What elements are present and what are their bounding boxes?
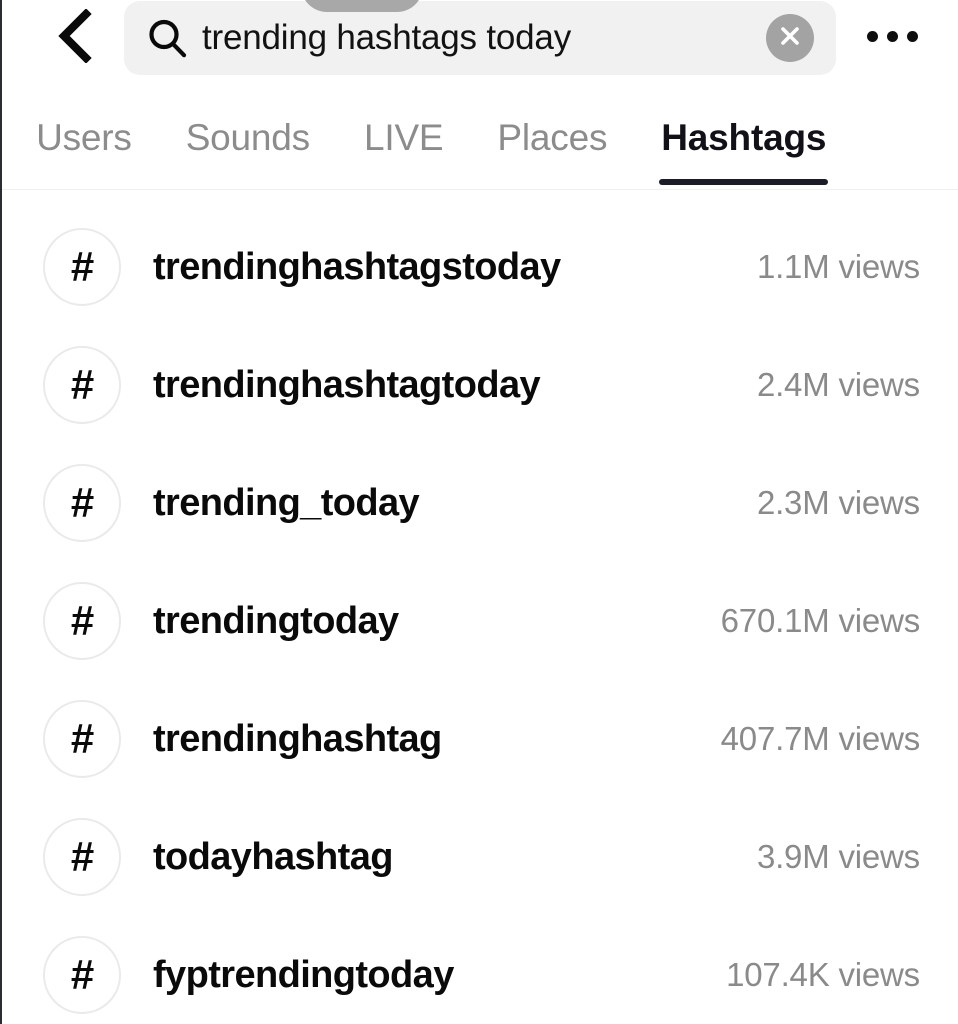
hashtag-view-count: 670.1M views	[720, 602, 921, 639]
active-tab-underline	[659, 179, 829, 185]
search-input[interactable]	[202, 17, 766, 59]
more-options-button[interactable]	[854, 10, 930, 62]
tab-hashtags[interactable]: Hashtags	[634, 92, 853, 189]
hash-icon: #	[43, 936, 121, 1014]
tab-live[interactable]: LIVE	[337, 92, 470, 189]
tab-label: Hashtags	[661, 116, 827, 158]
hashtag-view-count: 3.9M views	[756, 838, 920, 875]
hashtag-result-row[interactable]: # todayhashtag 3.9M views	[2, 798, 958, 916]
hashtag-view-count: 2.3M views	[756, 484, 920, 521]
hash-icon: #	[43, 346, 121, 424]
search-result-tabs: eos Users Sounds LIVE Places Hashtags	[2, 92, 958, 190]
hash-icon: #	[43, 464, 121, 542]
hashtag-view-count: 107.4K views	[726, 956, 920, 993]
tab-label: LIVE	[363, 116, 444, 158]
hash-icon: #	[43, 818, 121, 896]
chevron-left-icon	[54, 9, 94, 63]
hashtag-view-count: 407.7M views	[720, 720, 921, 757]
hashtag-result-row[interactable]: # fyptrendingtoday 107.4K views	[2, 916, 958, 1024]
hash-icon: #	[43, 700, 121, 778]
hashtag-result-row[interactable]: # trendinghashtagtoday 2.4M views	[2, 326, 958, 444]
search-icon	[146, 17, 188, 59]
hashtag-name: trendinghashtagtoday	[153, 363, 541, 406]
search-field[interactable]	[124, 1, 836, 75]
tab-label: Users	[36, 116, 132, 158]
app-screen: eos Users Sounds LIVE Places Hashtags # trendi…	[0, 0, 958, 1024]
hashtag-result-row[interactable]: # trendinghashtag 407.7M views	[2, 680, 958, 798]
hashtag-result-row[interactable]: # trendingtoday 670.1M views	[2, 562, 958, 680]
back-button[interactable]	[46, 8, 102, 64]
search-header	[2, 0, 958, 92]
hashtag-result-row[interactable]: # trendinghashtagstoday 1.1M views	[2, 208, 958, 326]
tab-places[interactable]: Places	[470, 92, 634, 189]
hashtag-name: trendingtoday	[153, 599, 399, 642]
ellipsis-horizontal-icon	[866, 30, 918, 42]
hashtag-view-count: 1.1M views	[756, 248, 920, 285]
clear-search-button[interactable]	[766, 14, 814, 62]
close-circle-icon	[777, 23, 803, 54]
tab-users[interactable]: Users	[9, 92, 159, 189]
dynamic-island-notch	[301, 0, 423, 12]
hashtag-name: trendinghashtag	[153, 717, 442, 760]
tab-sounds[interactable]: Sounds	[159, 92, 337, 189]
hash-icon: #	[43, 582, 121, 660]
hashtag-name: trending_today	[153, 481, 420, 524]
tab-eos[interactable]: eos	[2, 92, 9, 189]
hashtag-name: trendinghashtagstoday	[153, 245, 561, 288]
tab-label: Places	[497, 116, 608, 158]
hash-icon: #	[43, 228, 121, 306]
hashtag-name: fyptrendingtoday	[153, 953, 454, 996]
hashtag-view-count: 2.4M views	[756, 366, 920, 403]
hashtag-results-list: # trendinghashtagstoday 1.1M views # trendin…	[2, 190, 958, 1024]
tab-label: Sounds	[185, 116, 310, 158]
hashtag-result-row[interactable]: # trending_today 2.3M views	[2, 444, 958, 562]
hashtag-name: todayhashtag	[153, 835, 393, 878]
